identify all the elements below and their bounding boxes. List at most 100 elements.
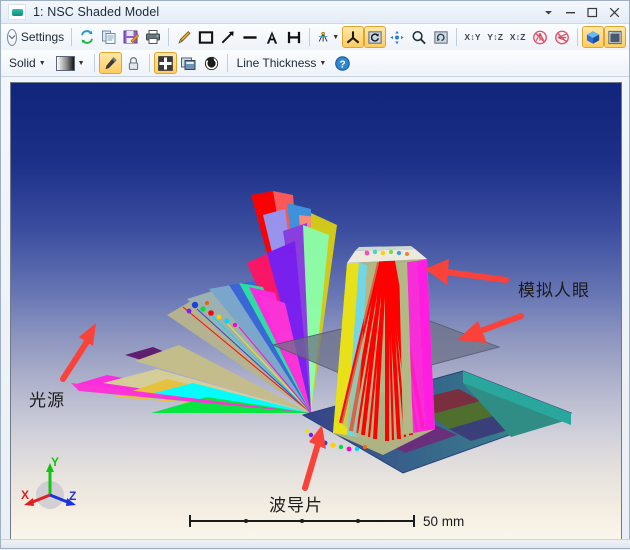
iso-view-button[interactable] [342, 26, 364, 48]
rotate-view-icon [367, 29, 383, 46]
window-controls [537, 3, 625, 22]
close-button[interactable] [603, 3, 625, 22]
model-viewport[interactable]: Y X Z 50 mm [10, 82, 622, 540]
light-source-ray-fan [71, 191, 337, 413]
lock-button[interactable] [122, 52, 145, 74]
pan-icon [389, 29, 405, 46]
toolbar-separator [577, 28, 578, 46]
help-button[interactable]: ? [331, 52, 354, 74]
shaded-model-button[interactable] [604, 26, 626, 48]
chevron-down-icon: ▼ [332, 34, 339, 41]
scale-bar-label: 50 mm [423, 514, 464, 529]
save-button[interactable] [120, 26, 142, 48]
undo-view-icon [433, 29, 449, 46]
pencil-icon [176, 29, 192, 46]
view-xz-button[interactable]: X↕Z [507, 26, 529, 48]
view-yz-button[interactable]: Y↕Z [484, 26, 506, 48]
rotate-view-button[interactable] [364, 26, 386, 48]
chevron-circle-icon [7, 29, 17, 46]
rectangle-button[interactable] [195, 26, 217, 48]
reset-view-button[interactable] [430, 26, 452, 48]
view-xz-label: X↕Z [508, 32, 528, 42]
shaded-box-icon [607, 29, 623, 46]
no-rays-icon [532, 29, 548, 46]
line-thickness-dropdown[interactable]: Line Thickness ▼ [232, 52, 332, 74]
axis-triad: Y X Z [19, 455, 81, 517]
lock-icon [125, 55, 142, 72]
cube-icon [585, 29, 601, 46]
scale-bar: 50 mm [187, 513, 464, 529]
text-icon [264, 29, 280, 46]
isometric-axes-icon [345, 29, 361, 46]
minimize-button[interactable] [559, 3, 581, 22]
annotation-simulated-eye-label: 模拟人眼 [518, 276, 590, 301]
flashlight-icon [102, 55, 119, 72]
view-xy-button[interactable]: X↕Y [461, 26, 484, 48]
ray-trace-model [11, 83, 622, 540]
magnifier-icon [411, 29, 427, 46]
annotation-light-source-label: 光源 [29, 386, 65, 411]
line-thickness-label: Line Thickness [237, 56, 317, 70]
arrow-icon [220, 29, 236, 46]
no-rays-alt-icon [554, 29, 570, 46]
toolbar-separator [71, 28, 72, 46]
rectangle-icon [198, 29, 214, 46]
ray-source-button[interactable]: ▼ [314, 26, 342, 48]
print-icon [145, 29, 161, 45]
line-button[interactable] [239, 26, 261, 48]
chevron-down-icon: ▼ [78, 60, 85, 67]
settings-button[interactable]: Settings [4, 26, 67, 48]
save-icon [123, 29, 139, 45]
scene-3d[interactable]: Y X Z 50 mm [11, 83, 621, 539]
toolbar-separator [309, 28, 310, 46]
text-button[interactable] [261, 26, 283, 48]
render-mode-dropdown[interactable]: Solid ▼ [4, 52, 51, 74]
fit-to-window-button[interactable] [154, 52, 177, 74]
axis-label-y: Y [51, 455, 59, 469]
settings-label: Settings [21, 30, 64, 44]
hide-rays-button[interactable] [529, 26, 551, 48]
nsc-shaded-model-window: 1: NSC Shaded Model Settings [0, 0, 630, 549]
gradient-swatch-icon [56, 56, 75, 71]
print-button[interactable] [142, 26, 164, 48]
toolbar-separator [94, 54, 95, 72]
refresh-button[interactable] [76, 26, 98, 48]
view-yz-label: Y↕Z [485, 32, 505, 42]
spin-icon [203, 55, 220, 72]
dimension-button[interactable] [283, 26, 305, 48]
copy-button[interactable] [98, 26, 120, 48]
toolbar-separator [168, 28, 169, 46]
svg-text:?: ? [340, 59, 346, 70]
layers-button[interactable] [177, 52, 200, 74]
dimension-icon [286, 29, 302, 46]
line-icon [242, 29, 258, 46]
fit-window-icon [157, 55, 174, 72]
axis-label-z: Z [69, 489, 76, 503]
highlight-tool-button[interactable] [99, 52, 122, 74]
render-mode-label: Solid [9, 56, 36, 70]
gradient-fill-dropdown[interactable]: ▼ [51, 52, 90, 74]
chevron-down-icon: ▼ [319, 60, 326, 67]
pencil-button[interactable] [173, 26, 195, 48]
window-title: 1: NSC Shaded Model [33, 5, 159, 19]
window-bottom-strip [1, 539, 630, 548]
refresh-icon [79, 29, 95, 45]
chevron-down-icon: ▼ [39, 60, 46, 67]
pan-button[interactable] [386, 26, 408, 48]
toolbar-primary: Settings [1, 24, 629, 50]
zoom-button[interactable] [408, 26, 430, 48]
toolbar-separator [456, 28, 457, 46]
view-xy-label: X↕Y [462, 32, 483, 42]
solid-model-button[interactable] [582, 26, 604, 48]
hide-rays-alt-button[interactable] [551, 26, 573, 48]
toolbar-separator [149, 54, 150, 72]
maximize-button[interactable] [581, 3, 603, 22]
window-dropdown-button[interactable] [537, 3, 559, 22]
toolbar-secondary: Solid ▼ ▼ [1, 50, 629, 77]
toolbar-separator [227, 54, 228, 72]
arrow-button[interactable] [217, 26, 239, 48]
axis-label-x: X [21, 488, 29, 502]
spin-button[interactable] [200, 52, 223, 74]
annotation-waveguide-label: 波导片 [269, 491, 323, 516]
document-icon [8, 4, 26, 20]
